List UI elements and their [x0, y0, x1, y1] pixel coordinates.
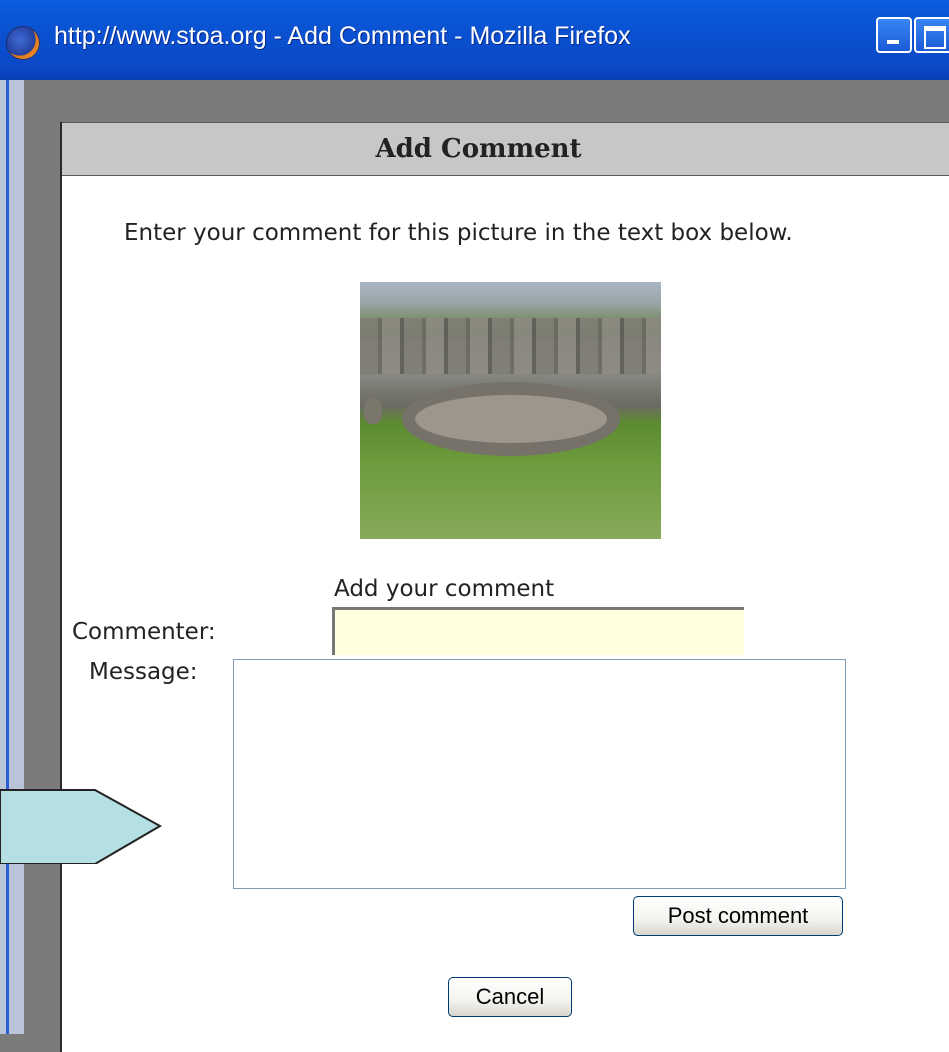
photo-stone-circle — [402, 382, 620, 456]
maximize-icon[interactable] — [914, 17, 949, 53]
message-label: Message: — [89, 659, 198, 685]
firefox-icon — [6, 26, 40, 60]
add-comment-dialog: Add Comment Enter your comment for this … — [60, 122, 949, 1052]
minimize-icon[interactable] — [876, 17, 912, 53]
callout-shape — [0, 789, 163, 864]
photo-wall — [360, 318, 661, 374]
commenter-input[interactable] — [332, 607, 744, 655]
window-title: http://www.stoa.org - Add Comment - Mozi… — [54, 22, 631, 50]
commenter-label: Commenter: — [72, 619, 216, 645]
dialog-title: Add Comment — [62, 122, 949, 176]
cancel-button[interactable]: Cancel — [448, 977, 572, 1017]
add-comment-heading: Add your comment — [334, 576, 555, 602]
photo-stone — [364, 398, 382, 424]
intro-text: Enter your comment for this picture in t… — [124, 220, 793, 246]
picture-thumbnail — [360, 282, 661, 539]
background-window-edge — [0, 80, 24, 1034]
message-textarea[interactable] — [233, 659, 846, 889]
callout-arrow — [0, 789, 163, 864]
window-title-bar[interactable]: http://www.stoa.org - Add Comment - Mozi… — [0, 0, 949, 80]
post-comment-button[interactable]: Post comment — [633, 896, 843, 936]
